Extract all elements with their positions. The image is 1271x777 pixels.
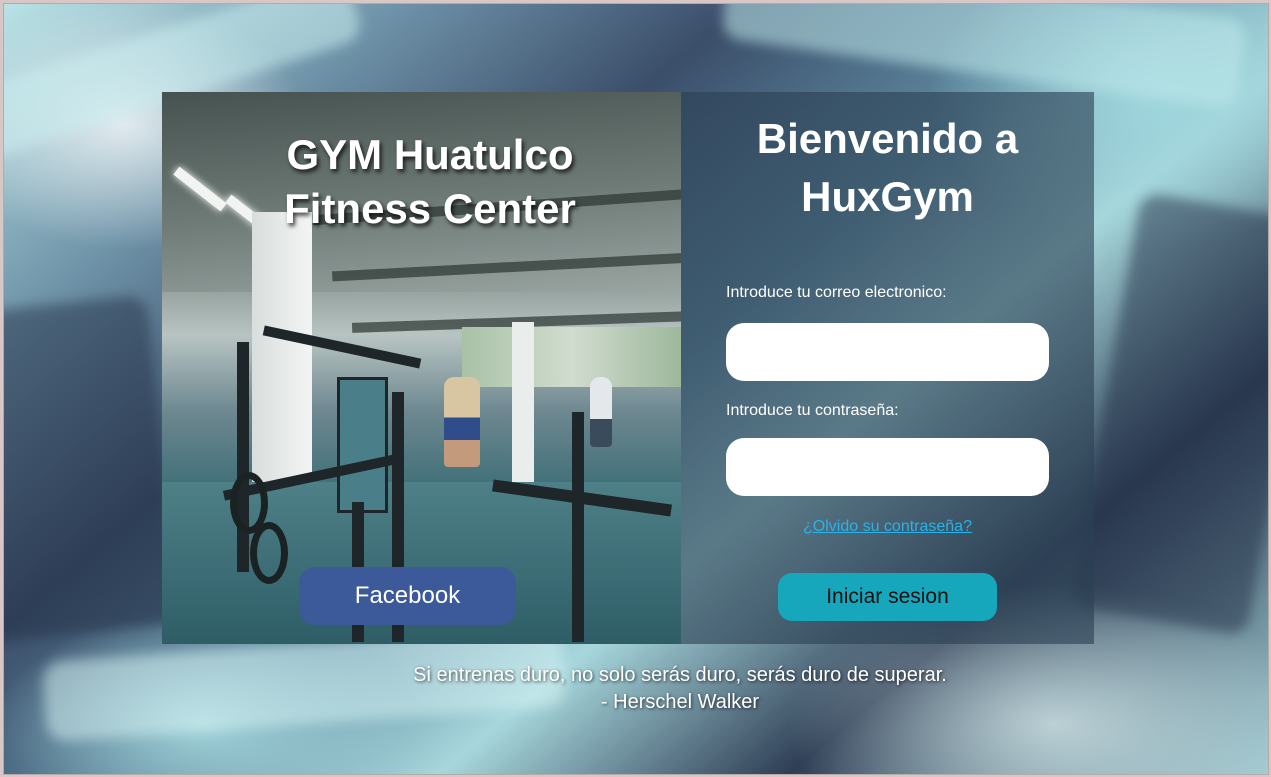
gym-photo-panel: GYM Huatulco Fitness Center Facebook — [162, 92, 681, 644]
welcome-line1: Bienvenido a — [756, 115, 1019, 162]
welcome-title: Bienvenido a HuxGym — [681, 110, 1094, 226]
gym-title: GYM Huatulco Fitness Center — [162, 128, 681, 236]
welcome-line2: HuxGym — [801, 173, 974, 220]
photo-detail — [444, 377, 480, 467]
facebook-button[interactable]: Facebook — [299, 567, 516, 625]
photo-detail — [250, 522, 288, 584]
photo-detail — [337, 377, 388, 513]
photo-detail — [572, 412, 584, 642]
quote-text: Si entrenas duro, no solo serás duro, se… — [413, 664, 947, 686]
background-blur-streak — [1068, 191, 1268, 637]
quote-author: - Herschel Walker — [600, 691, 760, 713]
login-button[interactable]: Iniciar sesion — [778, 573, 997, 621]
motivational-quote: Si entrenas duro, no solo serás duro, se… — [4, 662, 1268, 716]
login-panel: Bienvenido a HuxGym Introduce tu correo … — [681, 92, 1094, 644]
background-blur-streak — [4, 294, 181, 644]
gym-title-line1: GYM Huatulco — [286, 131, 574, 178]
gym-background-image: GYM Huatulco Fitness Center Facebook Bie… — [3, 3, 1269, 775]
gym-title-line2: Fitness Center — [284, 185, 576, 232]
forgot-password-link[interactable]: ¿Olvido su contraseña? — [681, 518, 1094, 536]
password-field[interactable] — [726, 438, 1049, 496]
email-field[interactable] — [726, 323, 1049, 381]
photo-detail — [590, 377, 612, 447]
photo-detail — [237, 342, 249, 572]
password-label: Introduce tu contraseña: — [726, 402, 899, 419]
email-label: Introduce tu correo electronico: — [726, 284, 947, 301]
photo-detail — [462, 327, 681, 387]
